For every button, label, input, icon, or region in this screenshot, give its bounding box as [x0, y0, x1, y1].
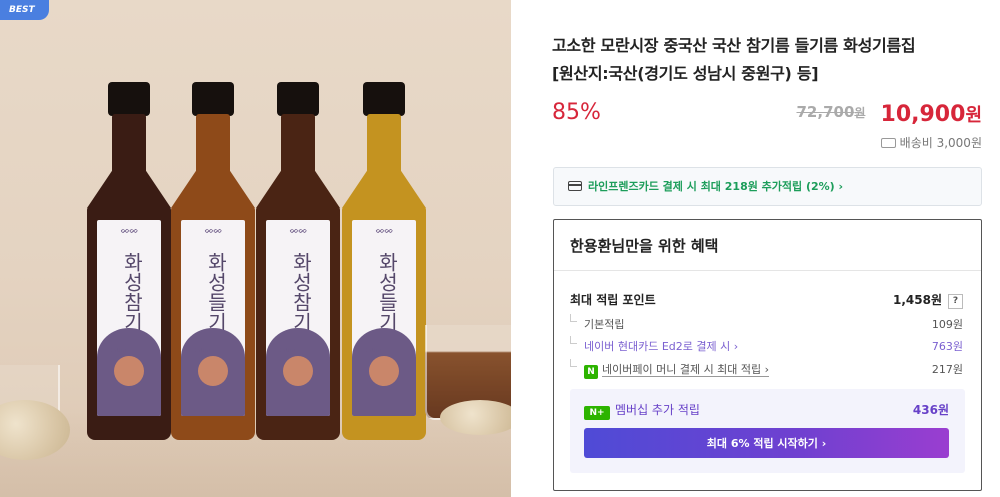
bottle-volume: 350ml — [364, 347, 383, 354]
points-row-hyundai-card[interactable]: 네이버 현대카드 Ed2로 결제 시 › 763원 — [570, 336, 963, 354]
bottle-4: ᨖᨖ 화성들기름 350ml — [342, 82, 426, 440]
bottle-label: ᨖᨖ 화성참기름 350ml — [97, 220, 161, 416]
brand-logo-icon: ᨖᨖ — [289, 226, 307, 236]
bottle-label: ᨖᨖ 화성들기름 350ml — [181, 220, 245, 416]
credit-card-icon — [568, 181, 582, 191]
bottle-3: ᨖᨖ 화성참기름 350ml — [256, 82, 340, 440]
product-image[interactable]: ᨖᨖ 화성참기름 350ml ᨖᨖ 화성들기름 350ml ᨖᨖ 화성참기름 3… — [0, 0, 511, 497]
membership-row: N+ 멤버십 추가 적립 436원 — [584, 401, 949, 420]
benefit-box: 한용환님만을 위한 혜택 최대 적립 포인트 1,458원? 기본적립 109원… — [553, 219, 982, 491]
start-membership-button[interactable]: 최대 6% 적립 시작하기 › — [584, 428, 949, 458]
final-price: 10,900원 — [880, 102, 982, 127]
points-row-value: 217원 — [931, 363, 963, 376]
truck-icon — [880, 138, 896, 148]
points-row-label[interactable]: 네이버페이 머니 결제 시 최대 적립 › — [602, 363, 770, 377]
membership-value: 436원 — [912, 403, 949, 417]
bottle-2: ᨖᨖ 화성들기름 350ml — [171, 82, 255, 440]
benefit-heading: 한용환님만을 위한 혜택 — [554, 220, 981, 271]
bottle-cap — [108, 82, 150, 116]
sesame-bowl-right — [440, 400, 511, 435]
max-points-value: 1,458원 — [893, 293, 942, 307]
naver-plus-icon: N+ — [584, 406, 610, 420]
membership-label: 멤버십 추가 적립 — [615, 403, 700, 417]
max-points-row: 최대 적립 포인트 1,458원? — [570, 291, 963, 309]
bottle-label: ᨖᨖ 화성참기름 350ml — [266, 220, 330, 416]
bottle-1: ᨖᨖ 화성참기름 350ml — [87, 82, 171, 440]
card-promo-banner[interactable]: 라인프렌즈카드 결제 시 최대 218원 추가적립 (2%) › — [553, 167, 982, 206]
points-row-value: 763원 — [931, 340, 963, 353]
bottle-volume: 350ml — [193, 347, 212, 354]
price-row: 72,700원 10,900원 — [797, 101, 983, 127]
discount-rate: 85% — [552, 100, 601, 125]
original-price: 72,700원 — [796, 103, 866, 121]
help-icon[interactable]: ? — [948, 294, 963, 309]
points-row-npay-money[interactable]: N 네이버페이 머니 결제 시 최대 적립 › 217원 — [570, 359, 963, 379]
bottle-cap — [192, 82, 234, 116]
bottle-label: ᨖᨖ 화성들기름 350ml — [352, 220, 416, 416]
product-title-line1: 고소한 모란시장 중국산 국산 참기름 들기름 화성기름집 — [552, 36, 916, 55]
bottle-cap — [277, 82, 319, 116]
brand-logo-icon: ᨖᨖ — [120, 226, 138, 236]
bottle-cap — [363, 82, 405, 116]
bottle-volume: 350ml — [109, 347, 128, 354]
product-info-panel: 고소한 모란시장 중국산 국산 참기름 들기름 화성기름집 [원산지:국산(경기… — [532, 0, 1000, 497]
max-points-label: 최대 적립 포인트 — [570, 293, 656, 307]
npay-icon: N — [584, 365, 598, 379]
points-row-label: 기본적립 — [584, 318, 625, 331]
points-row-label[interactable]: 네이버 현대카드 Ed2로 결제 시 › — [584, 340, 738, 353]
membership-box: N+ 멤버십 추가 적립 436원 최대 6% 적립 시작하기 › — [570, 389, 965, 473]
points-row-value: 109원 — [931, 318, 963, 331]
points-row-basic: 기본적립 109원 — [570, 314, 963, 332]
shipping-fee: 배송비 3,000원 — [880, 134, 982, 151]
brand-logo-icon: ᨖᨖ — [204, 226, 222, 236]
best-badge: BEST — [0, 0, 49, 20]
bottle-volume: 350ml — [278, 347, 297, 354]
brand-logo-icon: ᨖᨖ — [375, 226, 393, 236]
product-title: 고소한 모란시장 중국산 국산 참기름 들기름 화성기름집 [원산지:국산(경기… — [552, 32, 992, 88]
product-title-line2: [원산지:국산(경기도 성남시 중원구) 등] — [552, 64, 819, 83]
product-page: ᨖᨖ 화성참기름 350ml ᨖᨖ 화성들기름 350ml ᨖᨖ 화성참기름 3… — [0, 0, 1000, 497]
card-promo-text: 라인프렌즈카드 결제 시 최대 218원 추가적립 (2%) › — [588, 180, 844, 193]
